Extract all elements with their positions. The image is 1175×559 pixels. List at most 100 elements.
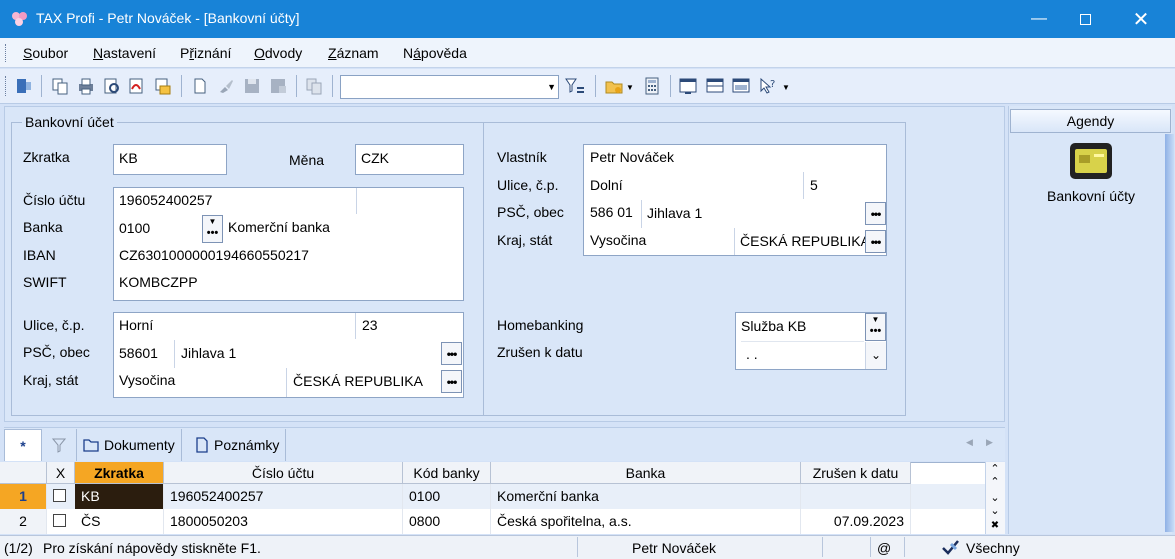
minimize-button[interactable]: — [1016,0,1062,38]
zkratka-input[interactable]: KB [113,144,227,175]
tab-new[interactable]: * [4,429,42,461]
duplicate-record-button[interactable] [304,76,324,96]
row-checkbox[interactable] [53,514,66,527]
own-kraj-input[interactable]: Vysočina [590,232,646,248]
duplicate-icon [306,78,322,95]
own-cp-input[interactable]: 5 [810,177,818,193]
maximize-button[interactable] [1062,0,1108,38]
own-stat-input[interactable]: ČESKÁ REPUBLIKA [740,233,870,249]
agenda-bankovni-ucty[interactable]: Bankovní účty [1045,188,1137,204]
status-filter[interactable]: Všechny [966,540,1020,556]
banka-picker-button[interactable]: ▼ ••• [202,215,223,243]
copy-button[interactable] [50,76,70,96]
bank-obec-input[interactable]: Jihlava 1 [181,345,236,361]
homebanking-picker-button[interactable]: ▼ ••• [865,313,886,341]
help-button[interactable]: ? [758,76,778,96]
help-dropdown-icon[interactable]: ▼ [782,83,790,92]
save-icon [245,79,259,93]
mena-input[interactable]: CZK [355,144,464,175]
cell-banka[interactable]: Komerční banka [491,484,801,509]
window-layout-icon [679,78,697,94]
search-combo[interactable]: ▼ [340,75,559,99]
scroll-up-icon[interactable]: ⌃ [988,476,1002,489]
col-header-x[interactable]: X [47,462,75,484]
edit-record-button[interactable] [216,76,236,96]
save-record-button[interactable] [242,76,262,96]
iban-input[interactable]: CZ6301000000194660550217 [119,247,309,263]
cell-cislo[interactable]: 196052400257 [164,484,403,509]
zkratka-value: KB [119,150,138,166]
bank-kraj-input[interactable]: Vysočina [119,372,175,388]
window-layout-3-button[interactable] [731,76,751,96]
banka-kod-input[interactable]: 0100 [119,220,150,236]
bank-stat-input[interactable]: ČESKÁ REPUBLIKA [293,373,423,389]
filter-button[interactable] [565,76,585,96]
vlastnik-input[interactable]: Petr Nováček [590,149,674,165]
own-stat-picker-button[interactable]: ••• [865,230,886,253]
cell-cislo[interactable]: 1800050203 [164,509,403,534]
cell-zkratka[interactable]: ČS [75,509,164,534]
row-number[interactable]: 2 [0,509,47,534]
window-layout-2-button[interactable] [705,76,725,96]
close-button[interactable]: ✕ [1118,0,1164,38]
grid-resize-icon[interactable]: ✖ [988,519,1002,532]
col-header-cislo[interactable]: Číslo účtu [164,462,403,484]
cell-kod[interactable]: 0800 [403,509,491,534]
menu-nastaveni[interactable]: Nastavení [93,45,156,61]
export-pdf-button[interactable] [126,76,146,96]
swift-input[interactable]: KOMBCZPP [119,274,198,290]
col-header-zkratka[interactable]: Zkratka [75,462,164,484]
menu-priznani[interactable]: Přiznání [180,45,231,61]
scroll-last-icon[interactable]: ⌄ [988,505,1002,518]
tab-poznamky[interactable]: Poznámky [189,429,287,461]
cell-zruseno[interactable] [801,484,911,509]
tab-dokumenty[interactable]: Dokumenty [77,429,182,461]
row-number[interactable]: 1 [0,484,47,509]
own-obec-input[interactable]: Jihlava 1 [647,205,702,221]
col-header-zruseno[interactable]: Zrušen k datu [801,462,911,484]
cell-zkratka[interactable]: KB [75,484,164,509]
own-ulice-input[interactable]: Dolní [590,177,623,193]
homebanking-input[interactable]: Služba KB [741,318,806,334]
tab-scroll-left-icon[interactable]: ◀ [966,437,973,448]
print-preview-button[interactable] [102,76,122,96]
email-pdf-button[interactable] [152,76,172,96]
own-obec-picker-button[interactable]: ••• [865,202,886,225]
window-split-icon [706,78,724,93]
status-email[interactable]: @ [877,540,891,556]
zruseno-input[interactable]: . . [746,346,758,362]
cell-zruseno[interactable]: 07.09.2023 [801,509,911,534]
agenda-folder-button[interactable] [604,76,624,96]
side-scrollbar[interactable] [1165,134,1174,532]
print-button[interactable] [76,76,96,96]
cell-kod[interactable]: 0100 [403,484,491,509]
scroll-down-icon[interactable]: ⌄ [988,492,1002,505]
cell-banka[interactable]: Česká spořitelna, a.s. [491,509,801,534]
window-layout-1-button[interactable] [678,76,698,96]
bank-cp-input[interactable]: 23 [362,317,378,333]
menu-soubor[interactable]: Soubor [23,45,68,61]
scroll-first-icon[interactable]: ⌃ [988,463,1002,476]
tab-filter[interactable] [42,429,77,461]
tab-scroll-right-icon[interactable]: ▶ [986,437,993,448]
bank-stat-picker-button[interactable]: ••• [441,370,462,393]
calculator-button[interactable] [642,76,662,96]
row-checkbox[interactable] [53,489,66,502]
new-record-button[interactable] [190,76,210,96]
menu-odvody[interactable]: Odvody [254,45,302,61]
bank-card-icon[interactable] [1068,140,1114,182]
col-header-banka[interactable]: Banka [491,462,801,484]
own-psc-input[interactable]: 586 01 [590,204,633,220]
cislo-uctu-input[interactable]: 196052400257 [119,192,212,208]
menu-bar [0,38,1175,68]
menu-zaznam[interactable]: Záznam [328,45,379,61]
zruseno-dropdown-button[interactable]: ⌄ [865,342,886,369]
folder-dropdown-icon[interactable]: ▼ [626,83,634,92]
bank-ulice-input[interactable]: Horní [119,317,153,333]
bank-obec-picker-button[interactable]: ••• [441,342,462,365]
exit-button[interactable] [14,76,34,96]
cancel-record-button[interactable] [268,76,288,96]
menu-napoveda[interactable]: Nápověda [403,45,467,61]
bank-psc-input[interactable]: 58601 [119,345,158,361]
col-header-kod[interactable]: Kód banky [403,462,491,484]
